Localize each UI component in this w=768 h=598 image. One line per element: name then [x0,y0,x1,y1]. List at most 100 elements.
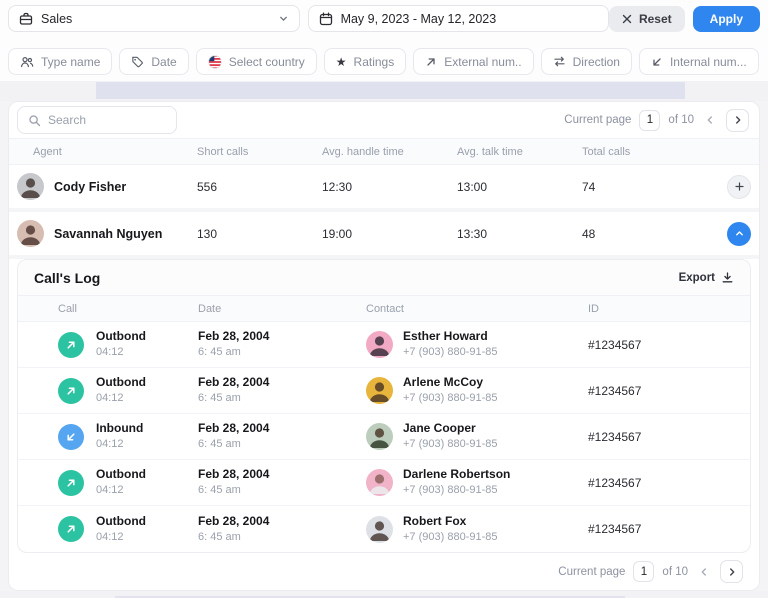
column-header-contact: Contact [366,303,588,315]
call-date: Feb 28, 2004 [198,329,366,344]
avatar [17,220,44,247]
agent-row[interactable]: Savannah Nguyen 130 19:00 13:30 48 [9,212,759,255]
contact-name: Jane Cooper [403,421,497,436]
calls-log-panel: Call's Log Export Call Date Contact ID O… [17,259,751,553]
call-id: #1234567 [588,430,734,444]
expand-row-button[interactable] [727,175,751,199]
agent-name: Cody Fisher [54,180,126,194]
contact-name: Robert Fox [403,514,497,529]
agent-avg-talk-time: 13:00 [457,180,582,194]
call-date: Feb 28, 2004 [198,514,366,529]
reset-button[interactable]: Reset [609,6,685,32]
filter-internal-number[interactable]: Internal num... [639,48,759,75]
calendar-icon [319,12,333,26]
column-header-short-calls: Short calls [197,146,322,158]
date-range-value: May 9, 2023 - May 12, 2023 [341,12,497,26]
star-icon: ★ [336,56,347,68]
toolbar-row-primary: Sales May 9, 2023 - May 12, 2023 Reset A… [8,5,760,32]
contact-name: Esther Howard [403,329,497,344]
agent-avg-handle-time: 19:00 [322,227,457,241]
call-date: Feb 28, 2004 [198,421,366,436]
filter-direction[interactable]: Direction [541,48,632,75]
team-select[interactable]: Sales [8,5,300,32]
next-page-button[interactable] [720,560,743,583]
prev-page-button[interactable] [702,114,718,126]
calls-log-header: Call's Log Export [18,260,750,296]
usa-flag-icon [208,55,222,69]
call-id: #1234567 [588,338,734,352]
pagination-bottom-row: Current page 1 of 10 [9,553,759,590]
call-log-row: Outbond 04:12 Feb 28, 2004 6: 45 am Robe… [18,506,750,552]
call-time: 6: 45 am [198,438,366,451]
agent-name: Savannah Nguyen [54,227,162,241]
filter-type-name[interactable]: Type name [8,48,112,75]
column-header-avg-handle-time: Avg. handle time [322,146,457,158]
current-page-box[interactable]: 1 [633,561,654,582]
calls-log-title: Call's Log [34,270,100,286]
search-icon [28,114,41,127]
agent-row[interactable]: Cody Fisher 556 12:30 13:00 74 [9,165,759,208]
call-date: Feb 28, 2004 [198,375,366,390]
call-duration: 04:12 [96,346,146,359]
reset-label: Reset [639,12,672,26]
agents-table-header: Agent Short calls Avg. handle time Avg. … [9,138,759,165]
collapse-row-button[interactable] [727,222,751,246]
filter-label: Internal num... [670,55,747,69]
pagination-label: Current page [564,114,631,126]
call-id: #1234567 [588,384,734,398]
arrow-down-left-icon [651,56,663,68]
filter-external-number[interactable]: External num.. [413,48,533,75]
toolbar: Sales May 9, 2023 - May 12, 2023 Reset A… [0,0,768,81]
call-id: #1234567 [588,522,734,536]
contact-phone: +7 (903) 880-91-85 [403,392,497,405]
outbound-call-icon [58,378,84,404]
current-page-box[interactable]: 1 [639,110,660,131]
agent-total-calls: 74 [582,180,711,194]
export-button[interactable]: Export [679,271,734,284]
filter-label: Ratings [354,55,395,69]
call-duration: 04:12 [96,392,146,405]
background-strip [0,591,768,598]
arrows-swap-icon [553,55,566,68]
contact-name: Arlene McCoy [403,375,497,390]
search-field[interactable] [17,106,177,134]
people-icon [20,55,34,69]
call-direction: Outbond [96,467,146,482]
call-date: Feb 28, 2004 [198,467,366,482]
avatar [366,377,393,404]
call-direction: Outbond [96,329,146,344]
apply-button[interactable]: Apply [693,6,760,32]
call-id: #1234567 [588,476,734,490]
filter-bar: Type name Date Select country ★ Ratings … [8,48,760,75]
agent-avg-talk-time: 13:30 [457,227,582,241]
date-range-input[interactable]: May 9, 2023 - May 12, 2023 [308,5,609,32]
column-header-agent: Agent [17,146,197,158]
next-page-button[interactable] [726,109,749,132]
filter-country[interactable]: Select country [196,48,317,75]
filter-label: Date [151,55,176,69]
avatar [17,173,44,200]
call-direction: Inbound [96,421,143,436]
call-direction: Outbond [96,514,146,529]
filter-date[interactable]: Date [119,48,188,75]
call-time: 6: 45 am [198,484,366,497]
call-time: 6: 45 am [198,392,366,405]
contact-phone: +7 (903) 880-91-85 [403,438,497,451]
inbound-call-icon [58,424,84,450]
briefcase-icon [19,12,33,26]
outbound-call-icon [58,516,84,542]
prev-page-button[interactable] [696,566,712,578]
column-header-date: Date [198,303,366,315]
filter-ratings[interactable]: ★ Ratings [324,48,406,75]
search-input[interactable] [48,113,166,127]
pagination-of: of 10 [668,114,694,126]
filter-label: Direction [573,55,620,69]
call-duration: 04:12 [96,484,146,497]
outbound-call-icon [58,332,84,358]
contact-phone: +7 (903) 880-91-85 [403,531,497,544]
agent-total-calls: 48 [582,227,711,241]
calls-log-table-header: Call Date Contact ID [18,296,750,322]
pagination-label: Current page [558,566,625,578]
close-icon [622,14,632,24]
contact-phone: +7 (903) 880-91-85 [403,484,510,497]
